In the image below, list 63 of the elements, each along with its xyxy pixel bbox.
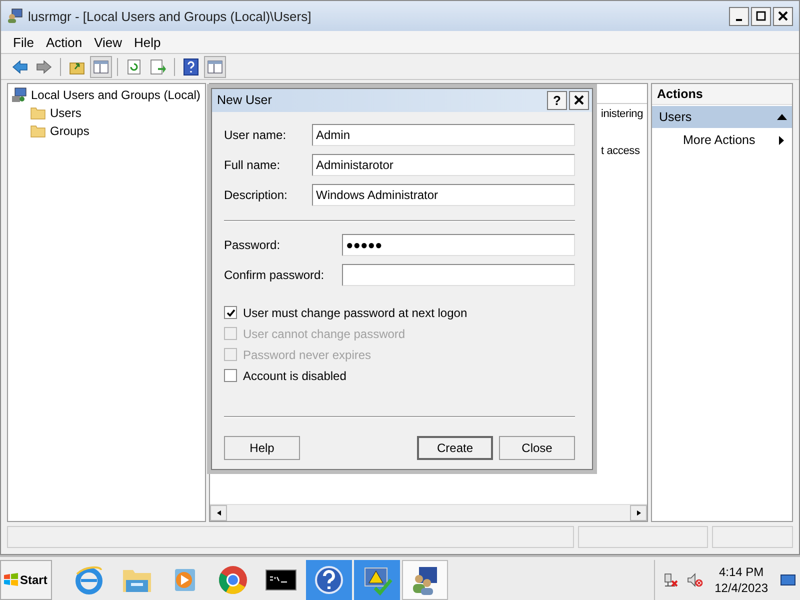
input-field[interactable] [342, 264, 575, 286]
windows-logo [3, 572, 19, 588]
field-label: Confirm password: [224, 268, 326, 282]
dialog-title: New User [217, 93, 272, 107]
folder-icon [30, 123, 46, 139]
taskbar-app[interactable] [306, 560, 352, 600]
input-field[interactable]: Admin [312, 124, 575, 146]
clock[interactable]: 4:14 PM 12/4/2023 [710, 564, 772, 596]
scroll-left-button[interactable] [210, 505, 227, 521]
input-field[interactable]: Windows Administrator [312, 184, 575, 206]
horizontal-scrollbar[interactable] [210, 504, 647, 521]
minimize-button[interactable] [729, 6, 749, 26]
tree-item[interactable]: Local Users and Groups (Local) [8, 86, 205, 104]
computer-icon [11, 87, 27, 103]
list-cell: inistering [601, 108, 644, 120]
menu-item[interactable]: View [88, 32, 128, 52]
folder-icon [30, 105, 46, 121]
actions-section-header[interactable]: Users [652, 106, 792, 128]
minimize-icon [736, 19, 742, 21]
caret-icon [777, 114, 787, 120]
input-field[interactable]: Administarotor [312, 154, 575, 176]
menu-item[interactable]: Action [40, 32, 88, 52]
pane-toggle-icon[interactable] [90, 56, 112, 78]
checkmark-icon [226, 308, 236, 318]
close-button[interactable] [773, 6, 793, 26]
menu-item[interactable]: File [7, 32, 40, 52]
tree-item[interactable]: Users [8, 104, 205, 122]
close-button[interactable] [569, 90, 589, 110]
help-icon [313, 564, 345, 596]
submenu-arrow-icon [779, 136, 784, 144]
volume-muted-icon[interactable] [686, 572, 703, 588]
users-computer-icon [7, 8, 23, 24]
menu-item[interactable]: Help [128, 32, 167, 52]
field-label: User name: [224, 128, 288, 142]
taskbar-app[interactable] [402, 560, 448, 600]
maximize-button[interactable] [751, 6, 771, 26]
network-disconnected-icon[interactable] [662, 572, 679, 588]
input-field[interactable]: ●●●●● [342, 234, 575, 256]
browser-icon [217, 564, 249, 596]
action-item[interactable]: More Actions [652, 128, 792, 152]
scroll-right-button[interactable] [630, 505, 647, 521]
right-triangle-icon [636, 510, 640, 516]
list-cell: t access [601, 145, 640, 157]
pane-toggle-icon[interactable] [204, 56, 226, 78]
dialog-button[interactable]: Create [417, 436, 493, 460]
close-icon [778, 11, 788, 21]
help-button[interactable]: ? [547, 90, 567, 110]
maximize-icon [756, 11, 766, 21]
tree-item[interactable]: Groups [8, 122, 205, 140]
actions-header: Actions [652, 84, 792, 105]
show-desktop-icon[interactable] [780, 572, 796, 588]
dialog-button[interactable]: Help [224, 436, 300, 460]
start-button[interactable]: Start [0, 560, 52, 600]
window-title: lusrmgr - [Local Users and Groups (Local)\Users] [28, 8, 312, 24]
checkbox-option[interactable]: User must change password at next logon [224, 302, 575, 323]
field-label: Full name: [224, 158, 282, 172]
dialog-button[interactable]: Close [499, 436, 575, 460]
close-icon [574, 95, 584, 105]
field-label: Password: [224, 238, 282, 252]
checkbox-option[interactable]: Account is disabled [224, 365, 575, 386]
field-label: Description: [224, 188, 288, 202]
browser-e-icon [73, 564, 105, 596]
left-triangle-icon [216, 510, 220, 516]
